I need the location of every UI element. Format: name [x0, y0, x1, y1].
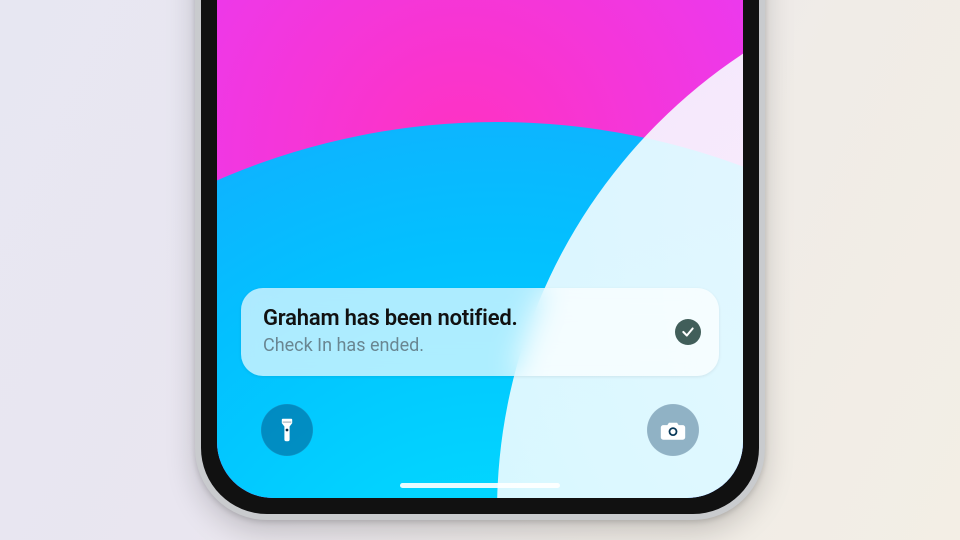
phone-screen: Graham has been notified. Check In has e…: [217, 0, 743, 498]
camera-button[interactable]: [647, 404, 699, 456]
checkmark-icon: [675, 319, 701, 345]
flashlight-button[interactable]: [261, 404, 313, 456]
notification-subtitle: Check In has ended.: [263, 335, 655, 356]
stage: Graham has been notified. Check In has e…: [0, 0, 960, 540]
checkin-notification[interactable]: Graham has been notified. Check In has e…: [241, 288, 719, 376]
phone-frame-inner: Graham has been notified. Check In has e…: [201, 0, 759, 514]
camera-icon: [660, 419, 686, 441]
home-indicator[interactable]: [400, 483, 560, 488]
phone-frame: Graham has been notified. Check In has e…: [195, 0, 765, 520]
notification-title: Graham has been notified.: [263, 306, 655, 331]
flashlight-icon: [276, 417, 298, 443]
